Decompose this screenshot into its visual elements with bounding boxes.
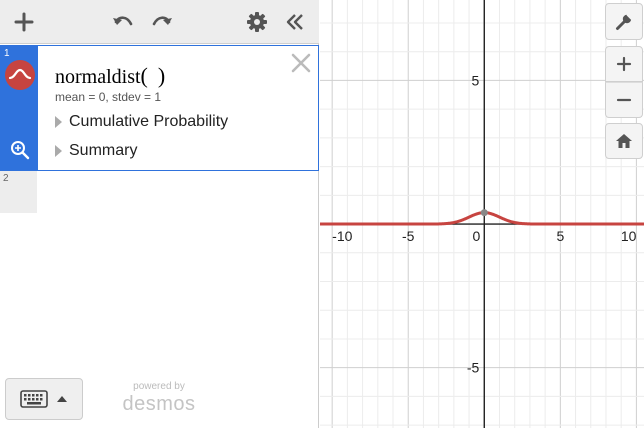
zoom-fit-button[interactable] bbox=[10, 140, 30, 160]
delete-expression-button[interactable] bbox=[290, 52, 312, 74]
x-tick-label: 5 bbox=[556, 228, 564, 244]
expression-item-1[interactable]: 1 normaldist( ) mean = 0, stdev = 1 Cumu… bbox=[0, 45, 319, 171]
cumulative-probability-label: Cumulative Probability bbox=[69, 113, 229, 130]
open-paren: ( bbox=[140, 63, 148, 88]
expression-toolbar bbox=[0, 0, 319, 44]
zoom-out-button[interactable] bbox=[605, 82, 643, 118]
x-tick-label: 0 bbox=[472, 228, 480, 244]
double-chevron-left-icon bbox=[286, 14, 303, 30]
y-tick-label: -5 bbox=[467, 360, 480, 376]
cumulative-probability-toggle[interactable]: Cumulative Probability bbox=[55, 113, 228, 131]
plus-icon bbox=[14, 12, 34, 32]
undo-button[interactable] bbox=[109, 8, 137, 36]
color-toggle-icon[interactable] bbox=[5, 60, 35, 90]
expression-content: normaldist( ) mean = 0, stdev = 1 Cumula… bbox=[55, 46, 318, 170]
expand-triangle-icon bbox=[55, 145, 62, 157]
default-viewport-button[interactable] bbox=[605, 123, 643, 159]
formula-input[interactable]: normaldist( ) bbox=[55, 63, 165, 89]
graph-svg: -10 -5 0 5 10 5 -5 bbox=[320, 0, 644, 428]
home-icon bbox=[616, 134, 632, 148]
peak-point bbox=[480, 209, 488, 217]
graph-canvas[interactable]: -10 -5 0 5 10 5 -5 bbox=[320, 0, 644, 428]
bell-curve-icon bbox=[8, 68, 32, 80]
expression-gutter: 2 bbox=[0, 171, 37, 213]
redo-icon bbox=[152, 16, 172, 26]
magnifier-plus-icon bbox=[11, 141, 30, 160]
close-paren: ) bbox=[157, 63, 166, 88]
expression-index: 2 bbox=[3, 173, 9, 184]
expression-gutter: 1 bbox=[1, 46, 38, 170]
summary-label: Summary bbox=[69, 142, 138, 159]
x-tick-label: -10 bbox=[332, 228, 352, 244]
add-item-button[interactable] bbox=[10, 8, 38, 36]
powered-by-desmos[interactable]: powered by desmos bbox=[118, 382, 200, 416]
plus-icon bbox=[616, 56, 632, 72]
x-tick-label: 10 bbox=[621, 228, 637, 244]
redo-button[interactable] bbox=[148, 8, 176, 36]
keyboard-toggle-button[interactable] bbox=[5, 378, 83, 420]
desmos-logo: desmos bbox=[122, 393, 196, 415]
close-icon bbox=[291, 53, 311, 73]
collapse-panel-button[interactable] bbox=[281, 8, 309, 36]
expression-index: 1 bbox=[4, 48, 10, 59]
y-tick-label: 5 bbox=[471, 72, 479, 88]
wrench-icon bbox=[616, 13, 633, 30]
caret-up-icon bbox=[57, 396, 67, 402]
settings-button[interactable] bbox=[243, 8, 271, 36]
keyboard-icon bbox=[20, 390, 48, 408]
expression-panel: 1 normaldist( ) mean = 0, stdev = 1 Cumu… bbox=[0, 0, 319, 428]
desmos-app: 1 normaldist( ) mean = 0, stdev = 1 Cumu… bbox=[0, 0, 644, 428]
expand-triangle-icon bbox=[55, 116, 62, 128]
x-tick-label: -5 bbox=[402, 228, 415, 244]
gear-icon bbox=[247, 12, 267, 32]
powered-by-text: powered by bbox=[133, 381, 185, 392]
undo-icon bbox=[113, 16, 133, 26]
function-name: normaldist bbox=[55, 66, 141, 88]
minus-icon bbox=[616, 98, 632, 102]
zoom-in-button[interactable] bbox=[605, 46, 643, 82]
expression-item-2[interactable]: 2 bbox=[0, 171, 319, 213]
summary-toggle[interactable]: Summary bbox=[55, 142, 137, 160]
distribution-params: mean = 0, stdev = 1 bbox=[55, 90, 162, 104]
graph-settings-button[interactable] bbox=[605, 3, 643, 40]
